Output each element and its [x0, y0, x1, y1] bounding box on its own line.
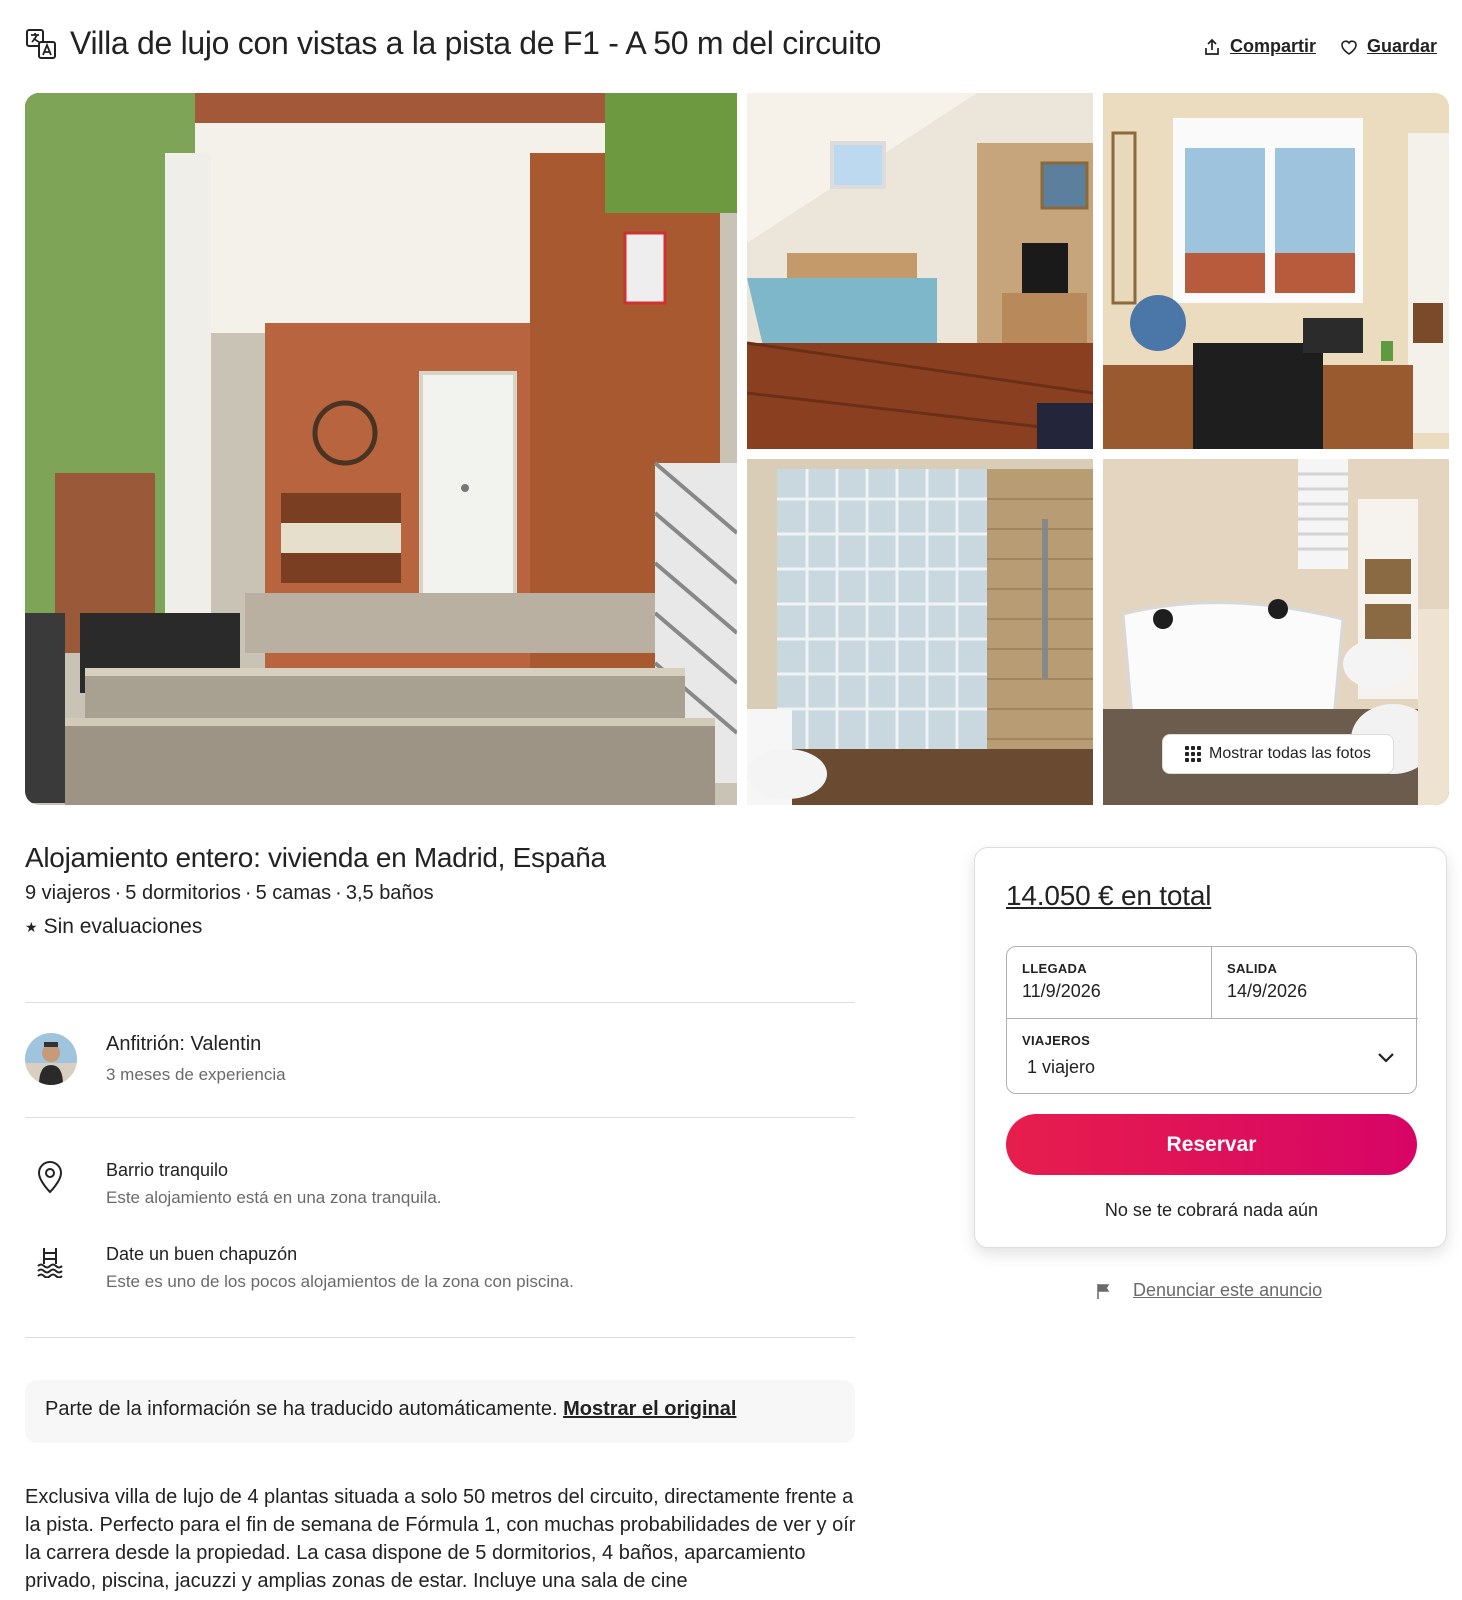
- baths-count: 3,5 baños: [345, 882, 434, 904]
- page-title: Villa de lujo con vistas a la pista de F…: [70, 25, 882, 61]
- highlight-quiet-neighborhood: Barrio tranquilo Este alojamiento está e…: [25, 1160, 855, 1220]
- location-pin-icon: [37, 1161, 63, 1194]
- host-section: Anfitrión: Valentin 3 meses de experienc…: [25, 1033, 855, 1093]
- photo-gallery: [25, 93, 1449, 805]
- save-button[interactable]: Guardar: [1340, 36, 1437, 57]
- checkout-label: SALIDA: [1227, 961, 1278, 976]
- highlight-title: Barrio tranquilo: [106, 1160, 229, 1180]
- report-listing-link[interactable]: Denunciar este anuncio: [1095, 1280, 1322, 1301]
- beds-count: 5 camas: [255, 882, 332, 904]
- checkin-value: 11/9/2026: [1022, 981, 1101, 1001]
- separator: ·: [244, 882, 252, 904]
- show-original-link[interactable]: Mostrar el original: [563, 1398, 736, 1420]
- divider: [25, 1117, 855, 1118]
- avatar[interactable]: [25, 1033, 77, 1085]
- translation-notice-text: Parte de la información se ha traducido …: [45, 1398, 558, 1420]
- share-label: Compartir: [1229, 36, 1316, 56]
- divider: [25, 1002, 855, 1003]
- reviews-label: Sin evaluaciones: [43, 915, 203, 938]
- highlight-description: Este alojamiento está en una zona tranqu…: [106, 1188, 442, 1207]
- checkin-label: LLEGADA: [1022, 961, 1087, 976]
- checkout-value: 14/9/2026: [1227, 981, 1308, 1001]
- show-all-photos-label: Mostrar todas las fotos: [1209, 745, 1371, 762]
- separator: ·: [335, 882, 342, 904]
- heart-icon: [1341, 39, 1357, 55]
- bedrooms-count: 5 dormitorios: [125, 882, 241, 904]
- save-label: Guardar: [1366, 36, 1437, 56]
- no-charge-note: No se te cobrará nada aún: [1104, 1200, 1319, 1220]
- listing-summary: Alojamiento entero: vivienda en Madrid, …: [25, 842, 855, 939]
- listing-type: Alojamiento entero: vivienda en Madrid, …: [25, 842, 606, 873]
- header-actions: Compartir Guardar: [1203, 36, 1437, 57]
- guests-value: 1 viajero: [1027, 1057, 1096, 1077]
- photo-shower[interactable]: [747, 459, 1093, 805]
- checkout-field[interactable]: SALIDA 14/9/2026: [1212, 947, 1418, 1019]
- guests-count: 9 viajeros: [25, 882, 111, 904]
- highlight-pool: Date un buen chapuzón Este es uno de los…: [25, 1244, 855, 1304]
- star-icon: ★: [25, 918, 38, 935]
- highlight-description: Este es uno de los pocos alojamientos de…: [106, 1272, 574, 1291]
- flag-icon: [1097, 1283, 1110, 1299]
- reviews-summary: ★ Sin evaluaciones: [25, 915, 855, 939]
- divider: [25, 1337, 855, 1338]
- photo-study[interactable]: [1103, 93, 1449, 449]
- report-label: Denunciar este anuncio: [1133, 1280, 1323, 1300]
- booking-card: 14.050 € en total LLEGADA 11/9/2026 SALI…: [974, 847, 1447, 1248]
- share-icon: [1205, 38, 1219, 55]
- listing-description: Exclusiva villa de lujo de 4 plantas sit…: [25, 1486, 856, 1592]
- pool-icon: [37, 1248, 63, 1278]
- host-name: Anfitrión: Valentin: [106, 1033, 262, 1055]
- grid-icon: [1185, 746, 1201, 762]
- separator: ·: [114, 882, 122, 904]
- guests-label: VIAJEROS: [1022, 1033, 1091, 1048]
- photo-entrance-porch[interactable]: [25, 93, 737, 805]
- highlight-title: Date un buen chapuzón: [106, 1244, 298, 1264]
- reserve-button[interactable]: Reservar: [1006, 1114, 1417, 1175]
- guests-select[interactable]: VIAJEROS 1 viajero: [1007, 1019, 1418, 1095]
- listing-header: Villa de lujo con vistas a la pista de F…: [25, 22, 1437, 68]
- share-button[interactable]: Compartir: [1203, 36, 1316, 57]
- translate-icon: [26, 29, 56, 59]
- translation-notice: Parte de la información se ha traducido …: [25, 1380, 855, 1443]
- photo-bedroom[interactable]: [747, 93, 1093, 449]
- total-price[interactable]: 14.050 € en total: [1006, 880, 1211, 912]
- show-all-photos-button[interactable]: Mostrar todas las fotos: [1162, 734, 1394, 774]
- listing-overview: 9 viajeros · 5 dormitorios · 5 camas · 3,5 bañ…: [25, 882, 855, 905]
- chevron-down-icon: [1378, 1053, 1394, 1063]
- booking-picker: LLEGADA 11/9/2026 SALIDA 14/9/2026 VIAJE…: [1006, 946, 1418, 1095]
- host-experience: 3 meses de experiencia: [106, 1065, 286, 1084]
- checkin-field[interactable]: LLEGADA 11/9/2026: [1007, 947, 1212, 1019]
